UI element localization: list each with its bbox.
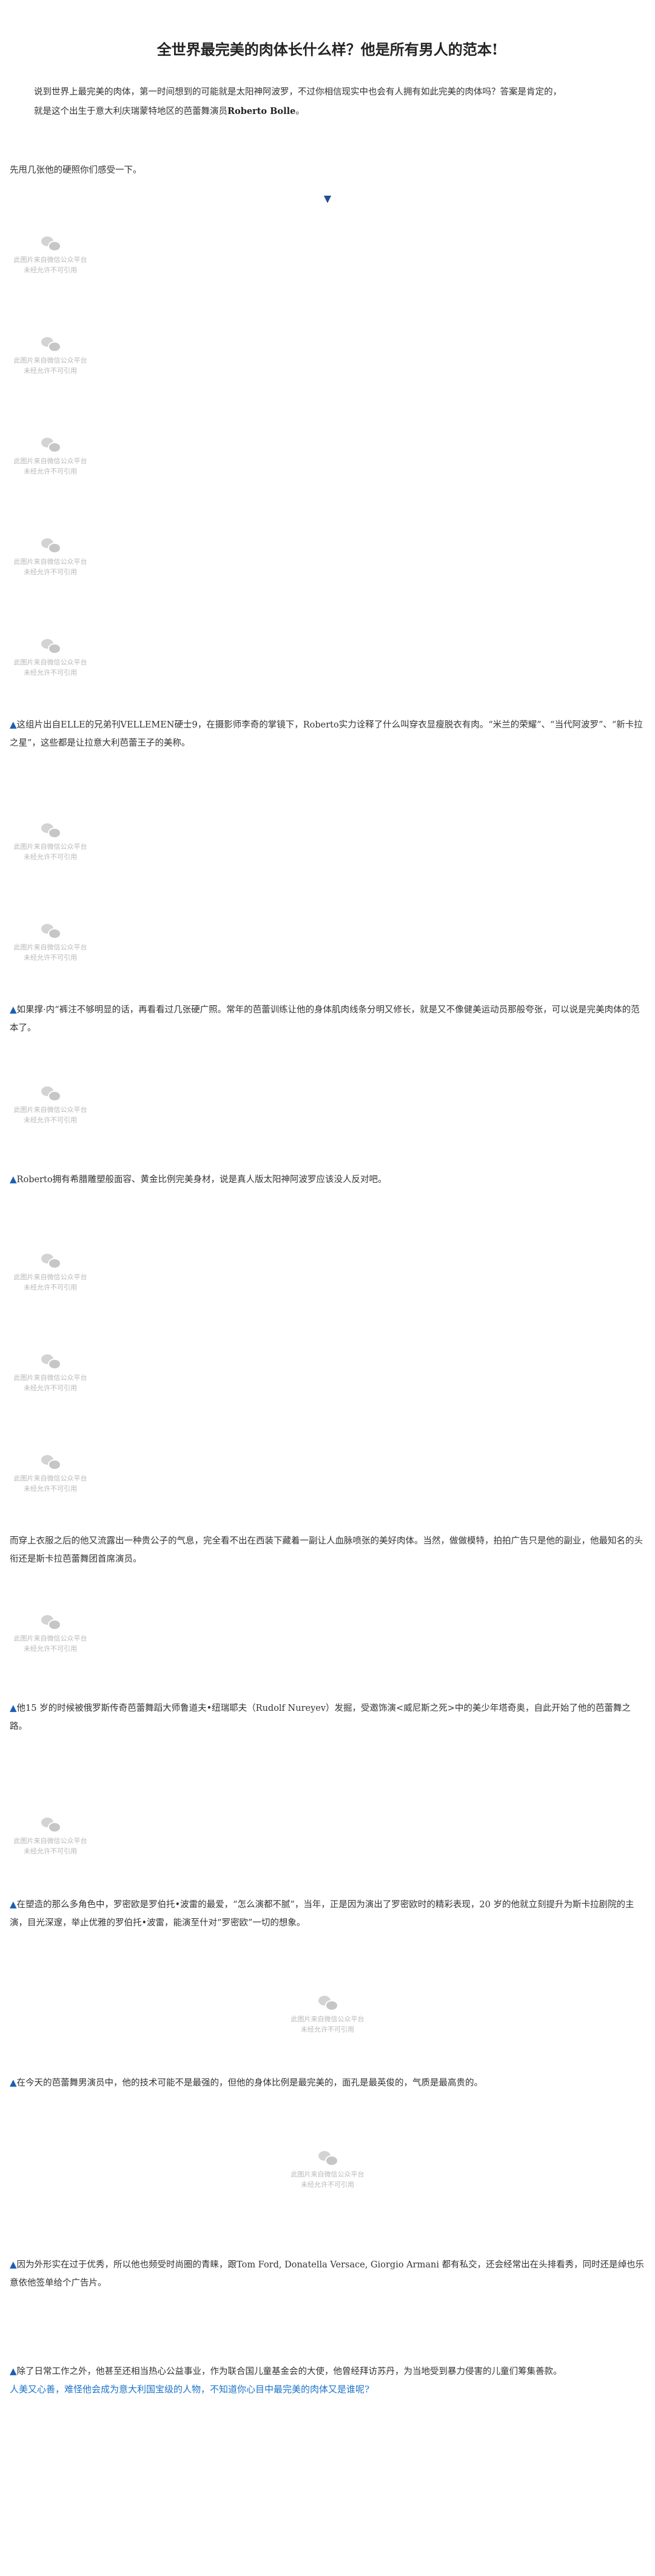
wechat-icon: [317, 2150, 338, 2166]
triangle-icon: ▲: [10, 1174, 17, 1185]
caption-paragraph: ▲除了日常工作之外，他甚至还相当热心公益事业，作为联合国儿童基金会的大使，他曾经…: [10, 2362, 647, 2381]
image-placeholder: 此图片来自微信公众平台 未经允许不可引用: [0, 822, 120, 862]
placeholder-text: 此图片来自微信公众平台: [13, 356, 87, 364]
wechat-icon: [40, 1816, 61, 1833]
wechat-icon: [40, 1454, 61, 1470]
footer-link[interactable]: 人美又心善，难怪他会成为意大利国宝级的人物，不知道你心目中最完美的肉体又是谁呢?: [10, 2380, 647, 2398]
image-placeholder: 此图片来自微信公众平台 未经允许不可引用: [0, 1816, 120, 1856]
placeholder-text: 此图片来自微信公众平台: [291, 2170, 364, 2178]
placeholder-text: 此图片来自微信公众平台: [13, 1374, 87, 1382]
wechat-icon: [40, 1353, 61, 1370]
placeholder-subtext: 未经允许不可引用: [24, 853, 77, 861]
image-placeholder: 此图片来自微信公众平台 未经允许不可引用: [0, 1454, 120, 1494]
image-placeholder: 此图片来自微信公众平台 未经允许不可引用: [0, 923, 120, 963]
wechat-icon: [40, 537, 61, 554]
placeholder-subtext: 未经允许不可引用: [24, 568, 77, 576]
placeholder-subtext: 未经允许不可引用: [24, 1283, 77, 1291]
triangle-icon: ▲: [10, 2259, 17, 2270]
placeholder-subtext: 未经允许不可引用: [24, 1847, 77, 1855]
placeholder-text: 此图片来自微信公众平台: [13, 1273, 87, 1281]
intro-line-1: 说到世界上最完美的肉体，第一时间想到的可能就是太阳神阿波罗，不过你相信现实中也会…: [34, 87, 562, 97]
image-placeholder: 此图片来自微信公众平台 未经允许不可引用: [0, 336, 120, 376]
triangle-icon: ▲: [10, 2077, 17, 2088]
paragraph-text: 而穿上衣服之后的他又流露出一种贵公子的气息，完全看不出在西装下藏着一副让人血脉喷…: [10, 1536, 643, 1564]
placeholder-text: 此图片来自微信公众平台: [13, 1474, 87, 1482]
wechat-icon: [40, 1614, 61, 1630]
image-placeholder: 此图片来自微信公众平台 未经允许不可引用: [0, 537, 120, 577]
placeholder-text: 此图片来自微信公众平台: [291, 2015, 364, 2023]
image-placeholder: 此图片来自微信公众平台 未经允许不可引用: [0, 437, 120, 477]
image-placeholder: 此图片来自微信公众平台 未经允许不可引用: [0, 1353, 120, 1393]
wechat-icon: [40, 336, 61, 352]
caption-paragraph: ▲他15 岁的时候被俄罗斯传奇芭蕾舞蹈大师鲁道夫•纽瑞耶夫（Rudolf Nur…: [10, 1699, 647, 1736]
placeholder-text: 此图片来自微信公众平台: [13, 457, 87, 465]
image-placeholder: 此图片来自微信公众平台 未经允许不可引用: [0, 235, 120, 275]
placeholder-subtext: 未经允许不可引用: [301, 2026, 354, 2033]
caption-paragraph: ▲在今天的芭蕾舞男演员中，他的技术可能不是最强的，但他的身体比例是最完美的，面孔…: [10, 2073, 647, 2092]
placeholder-subtext: 未经允许不可引用: [24, 1645, 77, 1653]
wechat-icon: [40, 923, 61, 939]
article-title: 全世界最完美的肉体长什么样？他是所有男人的范本!: [156, 41, 499, 58]
image-placeholder: 此图片来自微信公众平台 未经允许不可引用: [258, 2150, 397, 2190]
intro-text: 就是这个出生于意大利庆瑞蒙特地区的芭蕾舞演员: [34, 107, 227, 116]
placeholder-subtext: 未经允许不可引用: [24, 1116, 77, 1124]
caption-paragraph: ▲因为外形实在过于优秀，所以他也频受时尚圈的青睐，跟Tom Ford, Dona…: [10, 2255, 647, 2292]
placeholder-text: 此图片来自微信公众平台: [13, 256, 87, 264]
placeholder-text: 此图片来自微信公众平台: [13, 1837, 87, 1845]
paragraph-text: 因为外形实在过于优秀，所以他也频受时尚圈的青睐，跟Tom Ford, Donat…: [10, 2260, 645, 2288]
placeholder-text: 此图片来自微信公众平台: [13, 1634, 87, 1642]
paragraph-text: Roberto拥有希腊雕塑般面容、黄金比例完美身材，说是真人版太阳神阿波罗应该没…: [16, 1175, 387, 1185]
caption-paragraph: ▲如果撑·内“裤注不够明显的话，再看看过几张硬广照。常年的芭蕾训练让他的身体肌肉…: [10, 1000, 647, 1037]
image-placeholder: 此图片来自微信公众平台 未经允许不可引用: [0, 1085, 120, 1125]
wechat-icon: [40, 235, 61, 252]
paragraph-text: 如果撑·内“裤注不够明显的话，再看看过几张硬广照。常年的芭蕾训练让他的身体肌肉线…: [10, 1005, 640, 1033]
image-placeholder: 此图片来自微信公众平台 未经允许不可引用: [0, 1253, 120, 1293]
caption-paragraph: ▲Roberto拥有希腊雕塑般面容、黄金比例完美身材，说是真人版太阳神阿波罗应该…: [10, 1170, 647, 1189]
triangle-icon: ▲: [10, 719, 17, 730]
dancer-name: Roberto Bolle: [227, 106, 296, 116]
paragraph-text: 除了日常工作之外，他甚至还相当热心公益事业，作为联合国儿童基金会的大使，他曾经拜…: [16, 2367, 562, 2377]
caption-paragraph: 而穿上衣服之后的他又流露出一种贵公子的气息，完全看不出在西装下藏着一副让人血脉喷…: [10, 1531, 647, 1568]
placeholder-subtext: 未经允许不可引用: [24, 266, 77, 274]
image-placeholder: 此图片来自微信公众平台 未经允许不可引用: [0, 1614, 120, 1654]
placeholder-subtext: 未经允许不可引用: [24, 954, 77, 962]
wechat-icon: [40, 437, 61, 453]
wechat-icon: [317, 1995, 338, 2011]
caption-paragraph: ▲在塑造的那么多角色中，罗密欧是罗伯托•波雷的最爱，“怎么演都不腻”，当年，正是…: [10, 1895, 647, 1932]
placeholder-subtext: 未经允许不可引用: [301, 2181, 354, 2189]
down-arrow-icon: ▼: [323, 193, 332, 204]
intro-paragraph: 说到世界上最完美的肉体，第一时间想到的可能就是太阳神阿波罗，不过你相信现实中也会…: [34, 82, 616, 121]
placeholder-text: 此图片来自微信公众平台: [13, 1106, 87, 1114]
image-placeholder: 此图片来自微信公众平台 未经允许不可引用: [258, 1995, 397, 2035]
paragraph-text: 在塑造的那么多角色中，罗密欧是罗伯托•波雷的最爱，“怎么演都不腻”，当年，正是因…: [10, 1900, 634, 1928]
wechat-icon: [40, 1253, 61, 1269]
triangle-icon: ▲: [10, 1702, 17, 1713]
caption-paragraph: ▲这组片出自ELLE的兄弟刊VELLEMEN硬士9，在摄影师李奇的掌镜下，Rob…: [10, 715, 647, 752]
triangle-icon: ▲: [10, 1004, 17, 1015]
paragraph-text: 这组片出自ELLE的兄弟刊VELLEMEN硬士9，在摄影师李奇的掌镜下，Robe…: [10, 720, 643, 748]
placeholder-text: 此图片来自微信公众平台: [13, 558, 87, 566]
intro-line-2: 就是这个出生于意大利庆瑞蒙特地区的芭蕾舞演员Roberto Bolle。: [34, 102, 616, 121]
wechat-icon: [40, 638, 61, 654]
placeholder-subtext: 未经允许不可引用: [24, 467, 77, 475]
paragraph-text: 他15 岁的时候被俄罗斯传奇芭蕾舞蹈大师鲁道夫•纽瑞耶夫（Rudolf Nure…: [10, 1704, 631, 1731]
wechat-icon: [40, 822, 61, 838]
placeholder-subtext: 未经允许不可引用: [24, 1384, 77, 1392]
placeholder-text: 此图片来自微信公众平台: [13, 943, 87, 951]
placeholder-text: 此图片来自微信公众平台: [13, 843, 87, 851]
lead-text: 先甩几张他的硬照你们感受一下。: [10, 166, 142, 175]
wechat-icon: [40, 1085, 61, 1102]
placeholder-text: 此图片来自微信公众平台: [13, 658, 87, 666]
triangle-icon: ▲: [10, 1899, 17, 1910]
paragraph-text: 在今天的芭蕾舞男演员中，他的技术可能不是最强的，但他的身体比例是最完美的，面孔是…: [16, 2078, 483, 2088]
placeholder-subtext: 未经允许不可引用: [24, 367, 77, 375]
placeholder-subtext: 未经允许不可引用: [24, 1485, 77, 1493]
triangle-icon: ▲: [10, 2366, 17, 2377]
intro-punct: 。: [295, 107, 304, 116]
image-placeholder: 此图片来自微信公众平台 未经允许不可引用: [0, 638, 120, 678]
placeholder-subtext: 未经允许不可引用: [24, 669, 77, 677]
